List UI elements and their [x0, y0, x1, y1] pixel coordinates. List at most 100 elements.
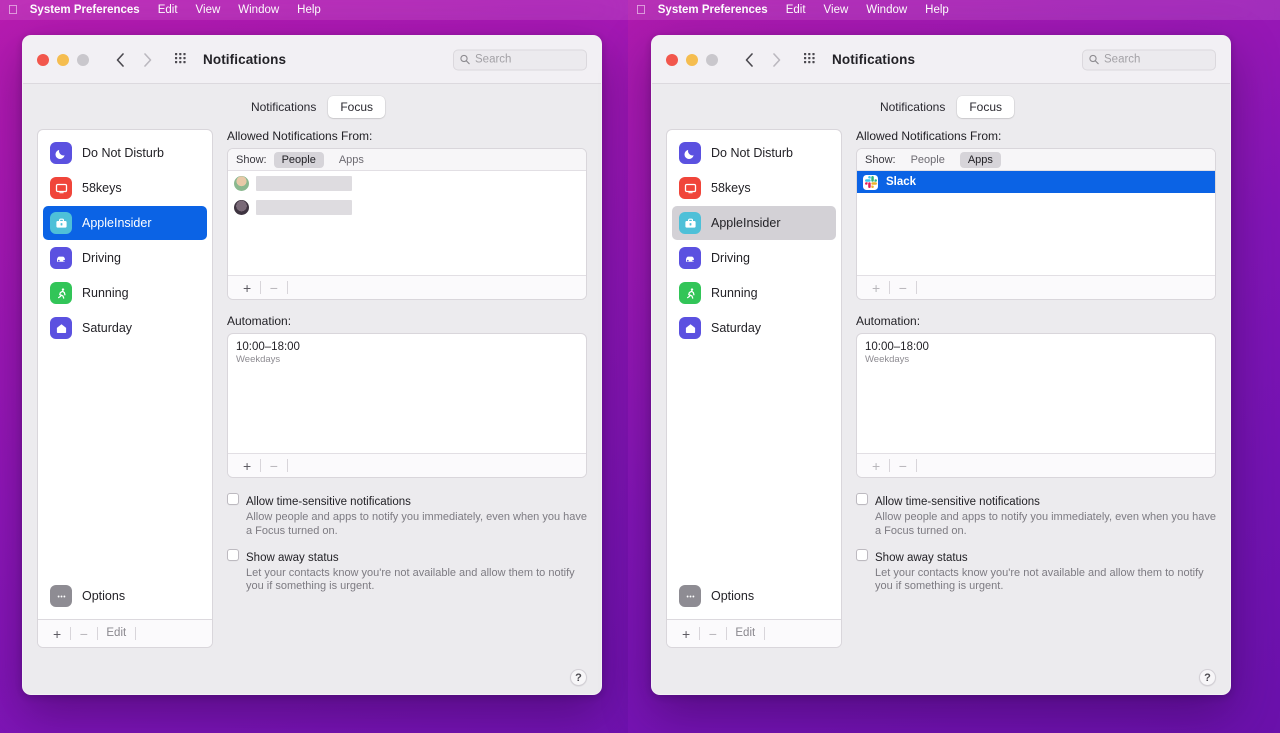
- apple-logo-icon[interactable]: : [636, 3, 646, 16]
- app-name: Slack: [886, 176, 917, 188]
- focus-checkboxes: Allow time-sensitive notifications Allow…: [227, 492, 587, 603]
- checkbox-row-time-sensitive[interactable]: Allow time-sensitive notifications Allow…: [856, 492, 1216, 539]
- toolbar-separator: [764, 627, 765, 640]
- sidebar-item-do-not-disturb[interactable]: Do Not Disturb: [43, 136, 207, 170]
- sidebar-item-label: Running: [711, 286, 758, 300]
- tab-focus[interactable]: Focus: [957, 96, 1015, 118]
- remove-allowed-button[interactable]: −: [890, 281, 916, 295]
- sidebar-item-58keys[interactable]: 58keys: [672, 171, 836, 205]
- sidebar-item-saturday[interactable]: Saturday: [672, 311, 836, 345]
- checkbox-row-time-sensitive[interactable]: Allow time-sensitive notifications Allow…: [227, 492, 587, 539]
- close-button[interactable]: [37, 53, 49, 66]
- chevron-right-icon[interactable]: [766, 49, 788, 71]
- remove-focus-button[interactable]: −: [700, 627, 726, 641]
- list-item[interactable]: 10:00–18:00 Weekdays: [857, 334, 1215, 365]
- sidebar-item-label: Driving: [82, 251, 121, 265]
- sidebar-item-label: Do Not Disturb: [82, 146, 164, 160]
- redacted-contact-name: [256, 199, 352, 215]
- sidebar-item-running[interactable]: Running: [672, 276, 836, 310]
- list-item[interactable]: Slack: [857, 171, 1215, 193]
- list-item[interactable]: [228, 171, 586, 195]
- sidebar-item-appleinsider[interactable]: AppleInsider: [672, 206, 836, 240]
- add-allowed-button[interactable]: +: [234, 281, 260, 295]
- sidebar-item-options[interactable]: Options: [38, 579, 212, 613]
- desktop-right:  System Preferences Edit View Window He…: [628, 0, 1280, 733]
- checkbox-row-away-status[interactable]: Show away status Let your contacts know …: [227, 548, 587, 595]
- allow-time-sensitive-checkbox[interactable]: [227, 493, 239, 505]
- remove-allowed-button[interactable]: −: [261, 281, 287, 295]
- show-away-status-checkbox[interactable]: [227, 548, 239, 561]
- chevron-left-icon[interactable]: [738, 49, 760, 71]
- add-automation-button[interactable]: +: [863, 459, 889, 473]
- sidebar-item-saturday[interactable]: Saturday: [43, 311, 207, 345]
- tab-focus[interactable]: Focus: [328, 96, 386, 118]
- tab-notifications[interactable]: Notifications: [868, 96, 957, 118]
- minimize-button[interactable]: [686, 53, 698, 66]
- add-automation-button[interactable]: +: [234, 459, 260, 473]
- sidebar-item-running[interactable]: Running: [43, 276, 207, 310]
- menu-item-window[interactable]: Window: [229, 4, 288, 16]
- search-placeholder: Search: [475, 53, 512, 66]
- add-allowed-button[interactable]: +: [863, 281, 889, 295]
- sidebar-item-driving[interactable]: Driving: [43, 241, 207, 275]
- remove-automation-button[interactable]: −: [890, 459, 916, 473]
- menu-item-window[interactable]: Window: [857, 4, 916, 16]
- sidebar-item-label: Saturday: [82, 321, 133, 335]
- nav-buttons: [738, 49, 788, 71]
- desktop-left:  System Preferences Edit View Window He…: [0, 0, 628, 733]
- search-input[interactable]: Search: [453, 49, 587, 70]
- chevron-right-icon[interactable]: [137, 49, 159, 71]
- apple-logo-icon[interactable]: : [8, 3, 18, 16]
- show-option-people[interactable]: People: [903, 152, 953, 168]
- chevron-left-icon[interactable]: [109, 49, 131, 71]
- allowed-list-box: Show: People Apps: [856, 148, 1216, 300]
- tab-notifications[interactable]: Notifications: [239, 96, 328, 118]
- remove-focus-button[interactable]: −: [71, 627, 97, 641]
- sidebar-item-label: Saturday: [711, 321, 762, 335]
- menu-item-view[interactable]: View: [187, 4, 230, 16]
- show-option-apps[interactable]: Apps: [331, 152, 372, 168]
- remove-automation-button[interactable]: −: [261, 459, 287, 473]
- running-person-icon: [50, 282, 72, 304]
- menu-item-app-name[interactable]: System Preferences: [656, 4, 777, 16]
- automation-toolbar: + −: [857, 453, 1215, 477]
- zoom-button[interactable]: [77, 53, 89, 66]
- zoom-button[interactable]: [706, 53, 718, 66]
- menu-item-help[interactable]: Help: [916, 4, 958, 16]
- menu-item-app-name[interactable]: System Preferences: [28, 4, 149, 16]
- sidebar-item-58keys[interactable]: 58keys: [43, 171, 207, 205]
- briefcase-icon: [679, 212, 701, 234]
- search-input[interactable]: Search: [1082, 49, 1216, 70]
- add-focus-button[interactable]: +: [44, 627, 70, 641]
- minimize-button[interactable]: [57, 53, 69, 66]
- list-item[interactable]: [228, 195, 586, 219]
- edit-focus-button[interactable]: Edit: [726, 627, 764, 640]
- allow-time-sensitive-checkbox[interactable]: [856, 493, 868, 505]
- panes: Do Not Disturb 58keys AppleInsider Drivi…: [666, 129, 1216, 648]
- add-focus-button[interactable]: +: [673, 627, 699, 641]
- close-button[interactable]: [666, 53, 678, 66]
- help-button[interactable]: ?: [1199, 669, 1216, 686]
- menu-item-edit[interactable]: Edit: [149, 4, 187, 16]
- edit-focus-button[interactable]: Edit: [97, 627, 135, 640]
- checkbox-row-away-status[interactable]: Show away status Let your contacts know …: [856, 548, 1216, 595]
- show-away-status-checkbox[interactable]: [856, 548, 868, 561]
- automation-toolbar: + −: [228, 453, 586, 477]
- allowed-notifications-label: Allowed Notifications From:: [227, 129, 373, 143]
- show-option-apps[interactable]: Apps: [959, 151, 1001, 168]
- list-item[interactable]: 10:00–18:00 Weekdays: [228, 334, 586, 365]
- show-option-people[interactable]: People: [273, 151, 324, 168]
- menu-item-view[interactable]: View: [815, 4, 858, 16]
- show-all-grid-icon[interactable]: [173, 52, 189, 68]
- show-all-grid-icon[interactable]: [802, 52, 818, 68]
- menu-item-edit[interactable]: Edit: [777, 4, 815, 16]
- menu-item-help[interactable]: Help: [288, 4, 330, 16]
- checkbox-description: Allow people and apps to notify you imme…: [875, 511, 1217, 537]
- sidebar-item-appleinsider[interactable]: AppleInsider: [43, 206, 207, 240]
- sidebar-item-options[interactable]: Options: [667, 579, 841, 613]
- sidebar-item-driving[interactable]: Driving: [672, 241, 836, 275]
- sidebar-item-do-not-disturb[interactable]: Do Not Disturb: [672, 136, 836, 170]
- help-button[interactable]: ?: [570, 669, 587, 686]
- automation-rows: 10:00–18:00 Weekdays: [857, 334, 1215, 453]
- page-title: Notifications: [832, 52, 916, 67]
